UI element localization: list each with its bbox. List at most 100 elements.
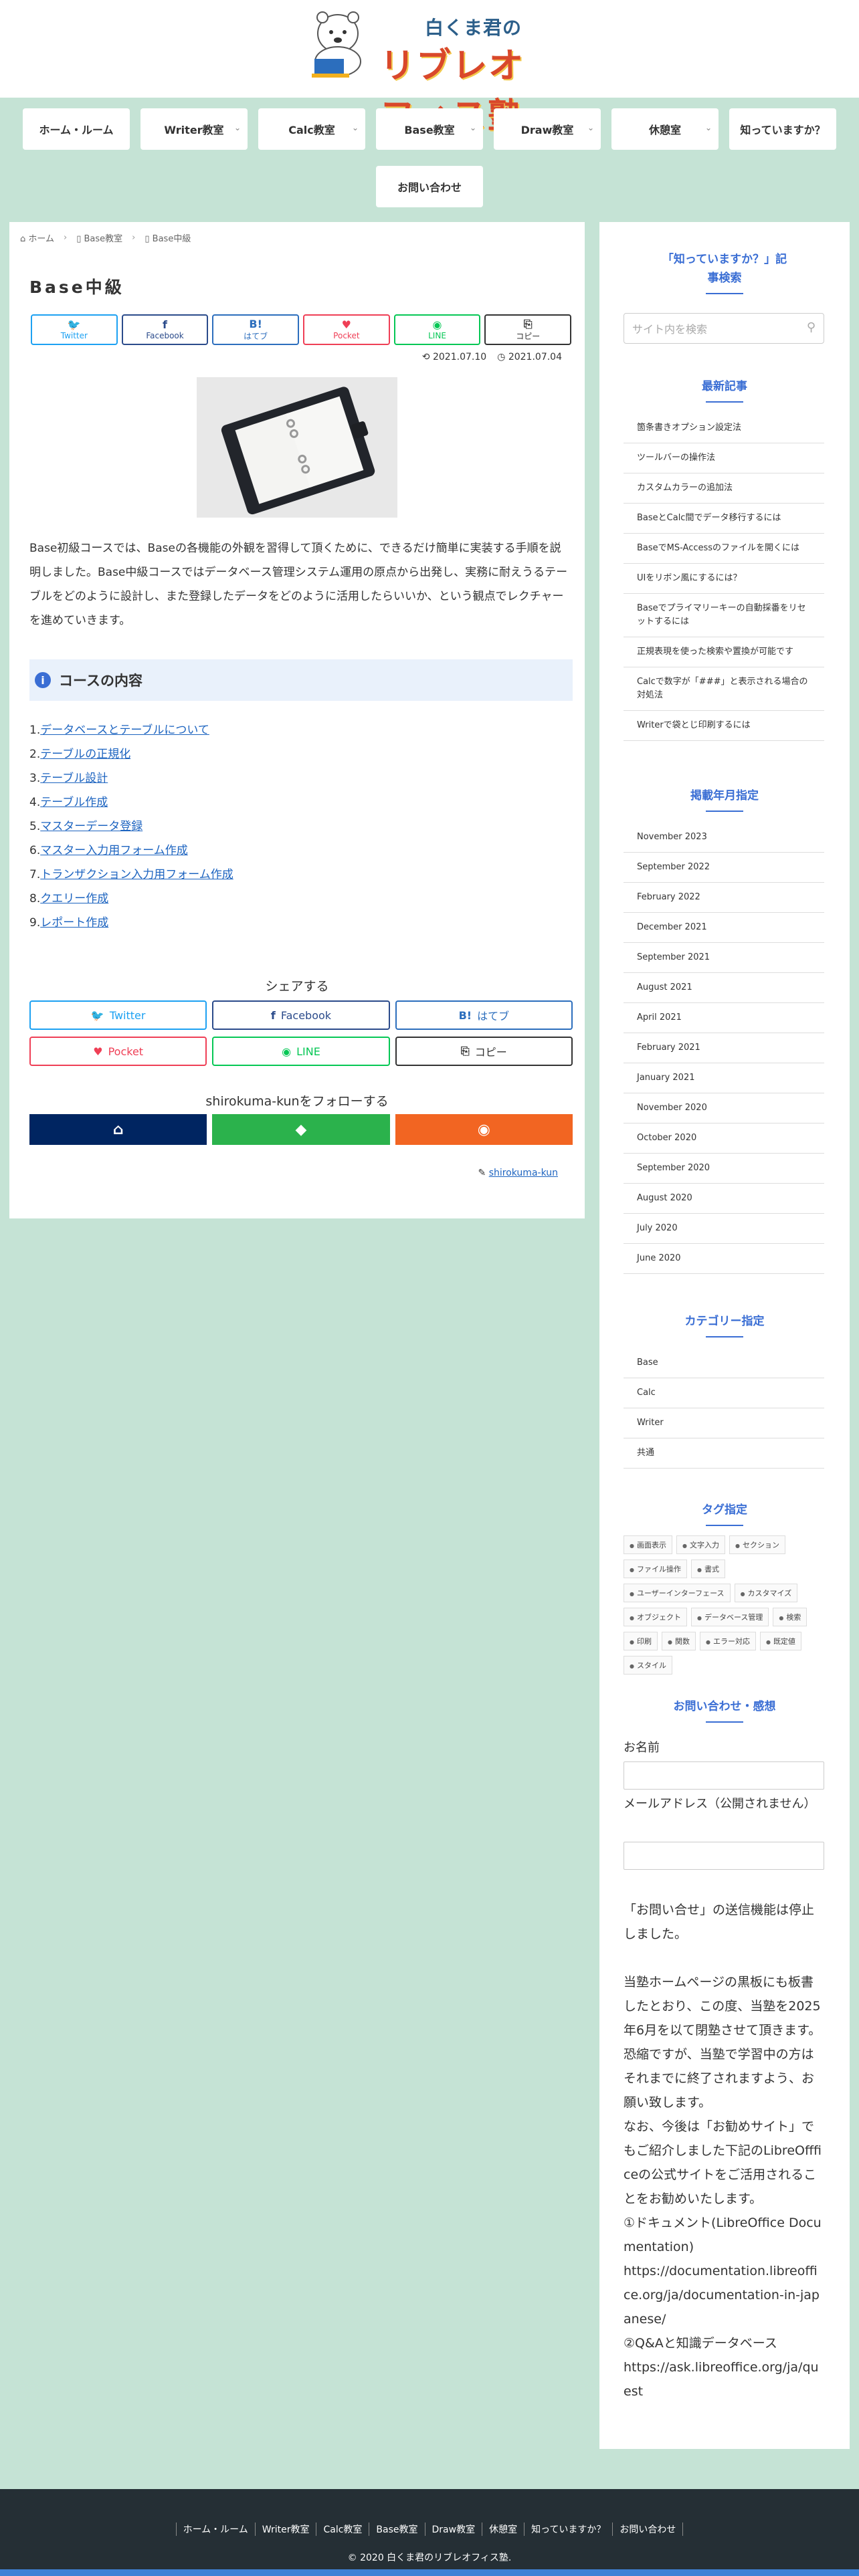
share-コピー-button[interactable]: ⎘ コピー [484,314,572,345]
breadcrumb-label: Base中級 [152,234,191,244]
recent-post-link[interactable]: BaseでMS-Accessのファイルを開くには [624,534,824,564]
recent-post-link[interactable]: ツールバーの操作法 [624,443,824,473]
rss-follow-button[interactable]: ◉ [395,1114,573,1145]
toc-link[interactable]: マスターデータ登録 [40,820,142,833]
recent-post-link[interactable]: UIをリボン風にするには？ [624,564,824,594]
author-link[interactable]: ✎ shirokuma-kun [478,1168,559,1178]
copy-icon: ⎘ [460,1045,470,1057]
recent-post-link[interactable]: カスタムカラーの追加法 [624,473,824,504]
archive-link[interactable]: September 2022 [624,853,824,883]
tag-link[interactable]: 画面表示 [624,1535,672,1554]
share-はてブ-button[interactable]: B! はてブ [212,314,300,345]
clock-icon: ◷ [497,352,506,362]
toc-link[interactable]: クエリー作成 [40,892,108,905]
recent-post-link[interactable]: Writerで袋とじ印刷するには [624,711,824,741]
tag-link[interactable]: 検索 [773,1608,807,1626]
toc-link[interactable]: データベースとテーブルについて [40,724,209,737]
nav-contact[interactable]: お問い合わせ [376,166,483,207]
toc-link[interactable]: テーブル設計 [40,772,108,785]
toc-link[interactable]: テーブル作成 [40,796,108,809]
archive-link[interactable]: September 2021 [624,943,824,973]
site-logo[interactable]: 白くま君の リブレオフィス塾 [301,7,558,136]
breadcrumb-home[interactable]: ⌂ ホーム [20,231,54,244]
breadcrumb-category[interactable]: ▯ Base教室 [76,231,122,244]
tag-link[interactable]: 書式 [690,1560,725,1578]
recent-post-link[interactable]: Calcで数字が「###」と表示される場合の対処法 [624,667,824,711]
category-link[interactable]: Base [624,1348,824,1378]
category-link[interactable]: 共通 [624,1438,824,1469]
archive-link[interactable]: September 2020 [624,1154,824,1184]
tag-link[interactable]: スタイル [624,1656,672,1675]
nav-home[interactable]: ホーム・ルーム [23,108,130,150]
archive-link[interactable]: October 2020 [624,1123,824,1154]
tag-link[interactable]: 関数 [661,1632,696,1650]
tag-title: タグ指定 [702,1503,747,1517]
archive-link[interactable]: April 2021 [624,1003,824,1033]
share-pocket-button[interactable]: ♥ Pocket [29,1037,207,1066]
tag-link[interactable]: カスタマイズ [734,1584,798,1602]
footer-nav-link[interactable]: お問い合わせ [612,2523,684,2536]
footer-nav-link[interactable]: 休憩室 [482,2523,524,2536]
footer-nav-link[interactable]: Draw教室 [424,2523,482,2536]
email-field[interactable] [624,1842,824,1870]
tag-link[interactable]: ファイル操作 [624,1560,687,1578]
recent-post-link[interactable]: 箇条書きオプション設定法 [624,413,824,443]
author-name[interactable]: shirokuma-kun [489,1168,558,1178]
toc-link[interactable]: マスター入力用フォーム作成 [40,844,188,857]
recent-post-link[interactable]: Baseでプライマリーキーの自動採番をリセットするには [624,594,824,637]
share-twitter-button[interactable]: 🐦 Twitter [29,1000,207,1030]
share-label: はてブ [244,331,268,341]
archive-link[interactable]: January 2021 [624,1063,824,1093]
archive-link[interactable]: August 2021 [624,973,824,1003]
footer-nav-link[interactable]: ホーム・ルーム [175,2523,255,2536]
category-link[interactable]: Calc [624,1378,824,1408]
toc-link[interactable]: トランザクション入力用フォーム作成 [40,868,233,881]
title-underline [706,1721,743,1723]
archive-link[interactable]: November 2020 [624,1093,824,1123]
search-input[interactable]: サイト内を検索 ⚲ [624,313,824,344]
tag-link[interactable]: 文字入力 [676,1535,725,1554]
footer-nav-link[interactable]: Base教室 [369,2523,424,2536]
footer-nav-link[interactable]: Writer教室 [254,2523,316,2536]
share-はてブ-button[interactable]: B! はてブ [395,1000,573,1030]
recent-post-link[interactable]: BaseとCalc間でデータ移行するには [624,504,824,534]
archive-link[interactable]: August 2020 [624,1184,824,1214]
tag-link[interactable]: 既定値 [759,1632,801,1650]
tag-link[interactable]: エラー対応 [699,1632,756,1650]
nav-writer[interactable]: Writer教室 ⌄ [140,108,248,150]
share-コピー-button[interactable]: ⎘ コピー [395,1037,573,1066]
archive-link[interactable]: February 2021 [624,1033,824,1063]
share-line-button[interactable]: ◉ LINE [212,1037,390,1066]
nav-draw[interactable]: Draw教室 ⌄ [494,108,601,150]
name-field[interactable] [624,1761,824,1790]
category-link[interactable]: Writer [624,1408,824,1438]
archive-link[interactable]: February 2022 [624,883,824,913]
archive-link[interactable]: November 2023 [624,823,824,853]
nav-base[interactable]: Base教室 ⌄ [376,108,483,150]
feedly-follow-button[interactable]: ◆ [212,1114,390,1145]
nav-break-room[interactable]: 休憩室 ⌄ [611,108,719,150]
tag-link[interactable]: ユーザーインターフェース [624,1584,731,1602]
recent-post-link[interactable]: 正規表現を使った検索や置換が可能です [624,637,824,667]
search-icon[interactable]: ⚲ [807,320,816,334]
tag-link[interactable]: データベース管理 [690,1608,769,1626]
toc-link[interactable]: レポート作成 [40,916,108,930]
share-facebook-button[interactable]: f Facebook [121,314,209,345]
share-line-button[interactable]: ◉ LINE [393,314,481,345]
nav-did-you-know[interactable]: 知っていますか？ [729,108,836,150]
footer-nav-link[interactable]: Calc教室 [316,2523,369,2536]
tag-link[interactable]: 印刷 [624,1632,658,1650]
share-pocket-button[interactable]: ♥ Pocket [303,314,390,345]
archive-link[interactable]: July 2020 [624,1214,824,1244]
share-facebook-button[interactable]: f Facebook [212,1000,390,1030]
tag-link[interactable]: オブジェクト [624,1608,687,1626]
nav-calc[interactable]: Calc教室 ⌄ [258,108,365,150]
widget-title-category: カテゴリー指定 [599,1312,850,1337]
archive-link[interactable]: December 2021 [624,913,824,943]
tag-link[interactable]: セクション [729,1535,785,1554]
archive-link[interactable]: June 2020 [624,1244,824,1274]
share-twitter-button[interactable]: 🐦 Twitter [31,314,118,345]
home-follow-button[interactable]: ⌂ [29,1114,207,1145]
footer-nav-link[interactable]: 知っていますか？ [524,2523,612,2536]
toc-link[interactable]: テーブルの正規化 [40,748,130,761]
